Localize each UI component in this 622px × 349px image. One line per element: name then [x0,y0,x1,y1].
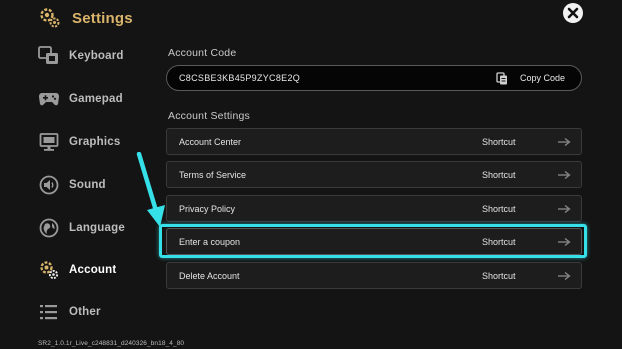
sidebar-item-account[interactable]: Account [38,256,158,284]
close-button[interactable] [563,3,583,23]
row-label: Account Center [179,137,242,147]
account-code-value: C8CSBE3KB45P9ZYC8E2Q [179,73,301,83]
row-label: Enter a coupon [179,237,241,247]
annotation-arrow-icon [136,152,165,227]
settings-row-account-center[interactable]: Account Center Shortcut [166,128,582,155]
row-action-label: Shortcut [482,237,516,247]
settings-row-terms-of-service[interactable]: Terms of Service Shortcut [166,161,582,188]
settings-row-privacy-policy[interactable]: Privacy Policy Shortcut [166,195,582,222]
version-string: SR2_1.0.1r_Live_c248831_d240326_bn18_4_8… [38,340,185,347]
settings-header: Settings [38,5,133,31]
account-gear-icon [38,259,60,281]
shortcut-arrow-icon [558,237,571,247]
sidebar-item-label: Keyboard [69,50,124,62]
row-action-label: Shortcut [482,137,516,147]
monitor-icon [38,131,60,153]
copy-code-label: Copy Code [519,73,565,83]
list-icon [38,301,60,323]
settings-gear-icon [40,8,60,28]
shortcut-arrow-icon [558,170,571,180]
row-action-label: Shortcut [482,170,516,180]
account-code-label: Account Code [168,47,237,59]
row-label: Privacy Policy [179,204,236,214]
shortcut-arrow-icon [558,204,571,214]
sidebar-item-label: Sound [69,179,106,191]
settings-window: Settings Keyboard Gamepad Graphics Sound… [0,0,622,349]
page-title: Settings [72,9,133,27]
settings-row-delete-account[interactable]: Delete Account Shortcut [166,262,582,289]
sidebar-item-gamepad[interactable]: Gamepad [38,85,158,113]
copy-code-button[interactable]: Copy Code [496,71,565,85]
row-action-label: Shortcut [482,271,516,281]
sidebar-item-label: Gamepad [69,93,123,105]
account-code-field: C8CSBE3KB45P9ZYC8E2Q Copy Code [166,65,582,91]
row-label: Delete Account [179,271,240,281]
sidebar-item-label: Language [69,222,125,234]
sidebar-item-keyboard[interactable]: Keyboard [38,42,158,70]
gamepad-icon [38,88,60,110]
shortcut-arrow-icon [558,137,571,147]
row-action-label: Shortcut [482,204,516,214]
keyboard-icon [38,45,60,67]
speaker-icon [38,174,60,196]
close-icon [567,7,579,19]
account-settings-label: Account Settings [168,110,250,122]
globe-icon [38,217,60,239]
row-label: Terms of Service [179,170,247,180]
sidebar-item-label: Account [69,264,117,276]
sidebar-item-label: Other [69,306,101,318]
shortcut-arrow-icon [558,271,571,281]
settings-row-enter-coupon[interactable]: Enter a coupon Shortcut [166,228,582,255]
sidebar-item-other[interactable]: Other [38,298,158,326]
copy-icon [496,71,507,84]
sidebar-item-label: Graphics [69,136,121,148]
